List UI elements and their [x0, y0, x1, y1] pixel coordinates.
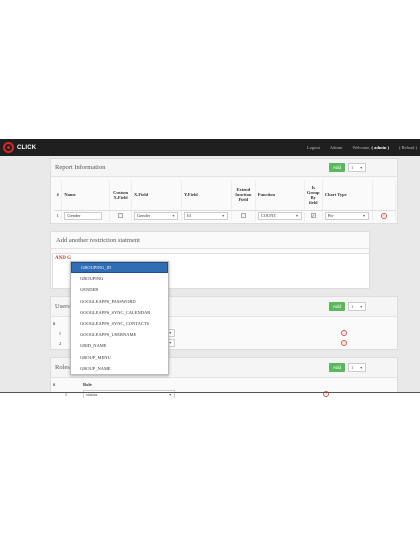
users-add-button[interactable]: Add	[329, 302, 345, 311]
chevron-down-icon: ▼	[171, 213, 176, 218]
chevron-down-icon: ▼	[362, 213, 366, 218]
restriction-text: AND G	[55, 256, 71, 261]
chevron-down-icon: ▼	[295, 213, 299, 218]
logo-text: CLICK	[17, 144, 37, 151]
col-extend-function: Extend function Field	[231, 180, 256, 211]
is-group-by-checkbox[interactable]: ✓	[310, 213, 316, 219]
report-count-select[interactable]: 1 ▼	[348, 163, 366, 172]
col-custom-xfield: Custom X.Field	[109, 180, 133, 211]
chevron-down-icon: ▼	[168, 331, 172, 335]
roles-table: # Role 1 visitor ▼ ×	[51, 379, 397, 399]
dropdown-item[interactable]: GOOGLEAPPS_PASSWORD	[71, 296, 168, 307]
extend-function-checkbox[interactable]	[240, 212, 246, 218]
users-count-select[interactable]: 1 ▼	[348, 302, 366, 311]
extend-function-cell	[231, 210, 256, 221]
dropdown-item[interactable]: GROUP_NAME	[71, 363, 168, 374]
row-index: 1	[54, 210, 63, 221]
roles-header-row: # Role	[51, 379, 397, 389]
function-cell: COUNT ▼	[255, 210, 305, 221]
report-add-button[interactable]: Add	[329, 163, 345, 172]
chevron-down-icon: ▼	[359, 304, 363, 309]
col-xfield: X.Field	[131, 180, 182, 211]
report-count-value: 1	[351, 165, 354, 170]
roles-col-index: #	[53, 381, 56, 387]
delete-icon[interactable]: ×	[380, 212, 387, 219]
col-actions	[372, 180, 397, 211]
admin-link[interactable]: Admin	[330, 145, 343, 150]
roles-row-index: 1	[64, 391, 68, 397]
report-panel: Report Information Add 1 ▼ # Name Custom …	[50, 158, 398, 224]
roles-count-select[interactable]: 1 ▼	[348, 363, 366, 372]
reload-link[interactable]: ( Reload )	[399, 145, 417, 150]
welcome-text: Welcome, ( admin )	[352, 145, 389, 150]
users-count-value: 1	[351, 304, 354, 309]
app-screen: CLICK Logout Admin Welcome, ( admin ) ( …	[0, 0, 420, 534]
logout-link[interactable]: Logout	[307, 145, 320, 150]
users-col-index: #	[53, 320, 56, 326]
custom-xfield-cell	[109, 210, 133, 221]
name-cell: Gender	[61, 210, 111, 221]
col-chart-type: Chart Type	[322, 180, 373, 211]
report-panel-header: Report Information Add 1 ▼	[51, 159, 397, 177]
nav-links: Logout Admin Welcome, ( admin ) ( Reload…	[307, 139, 417, 156]
chart-type-cell: Pie ▼	[322, 210, 373, 221]
col-is-group-by: Is Group By field	[304, 180, 323, 211]
roles-count-value: 1	[351, 365, 354, 370]
table-row: 1 visitor ▼ ×	[51, 389, 397, 399]
autocomplete-dropdown: GROUPING_ID GROUPING GENDER GOOGLEAPPS_P…	[70, 261, 169, 375]
chart-type-value: Pie	[327, 213, 334, 219]
report-table-header-row: # Name Custom X.Field X.Field Y.Field Ex…	[54, 180, 397, 211]
custom-xfield-checkbox[interactable]	[118, 212, 124, 218]
dropdown-item[interactable]: GOOGLEAPPS_SYNC_CALENDAR	[71, 307, 168, 318]
logo-icon	[3, 142, 14, 153]
welcome-user: ( admin )	[371, 145, 389, 150]
chart-type-select[interactable]: Pie ▼	[324, 211, 369, 220]
yfield-select[interactable]: Id ▼	[183, 211, 228, 220]
welcome-prefix: Welcome,	[352, 145, 371, 150]
users-select[interactable]: ▼	[169, 339, 175, 347]
chevron-down-icon: ▼	[168, 341, 172, 345]
xfield-select[interactable]: Gender ▼	[134, 211, 179, 220]
col-function: Function	[255, 180, 305, 211]
dropdown-item[interactable]: GENDER	[71, 284, 168, 295]
delete-icon[interactable]: ×	[341, 340, 347, 346]
col-yfield: Y.Field	[181, 180, 232, 211]
xfield-value: Gender	[137, 213, 151, 219]
function-value: COUNT	[260, 213, 277, 219]
yfield-value: Id	[186, 213, 191, 219]
col-name: Name	[61, 180, 111, 211]
top-blank-area	[0, 0, 420, 139]
report-table-row: 1 Gender Gender ▼ Id ▼ COUNT ▼ ✓ Pie ▼ ×	[54, 210, 397, 221]
col-index: #	[54, 180, 63, 211]
delete-cell: ×	[372, 210, 397, 221]
users-select[interactable]: ▼	[169, 329, 175, 337]
dropdown-item[interactable]: GOOGLEAPPS_SYNC_CONTACTS	[71, 318, 168, 329]
report-title: Report Information	[55, 164, 106, 171]
roles-add-button[interactable]: Add	[329, 363, 345, 372]
chevron-down-icon: ▼	[168, 392, 172, 397]
users-row-index: 2	[58, 340, 62, 346]
dropdown-item[interactable]: GROUP_MENU	[71, 352, 168, 363]
dropdown-item[interactable]: GROUPING	[71, 273, 168, 284]
function-select[interactable]: COUNT ▼	[257, 211, 302, 220]
users-row-index: 1	[58, 330, 62, 336]
roles-col-role: Role	[83, 381, 92, 387]
report-table: # Name Custom X.Field X.Field Y.Field Ex…	[54, 180, 397, 221]
dropdown-item[interactable]: GROUPING_ID	[71, 262, 168, 274]
restriction-title: Add another restriction statment	[51, 232, 369, 249]
chevron-down-icon: ▼	[221, 213, 225, 218]
is-group-by-cell: ✓	[304, 210, 323, 221]
navbar: CLICK Logout Admin Welcome, ( admin ) ( …	[0, 139, 420, 156]
yfield-cell: Id ▼	[181, 210, 232, 221]
chevron-down-icon: ▼	[359, 165, 363, 170]
logo[interactable]: CLICK	[3, 142, 36, 153]
bottom-divider	[0, 392, 420, 393]
chevron-down-icon: ▼	[359, 365, 363, 370]
dropdown-item[interactable]: GRID_NAME	[71, 340, 168, 351]
xfield-cell: Gender ▼	[131, 210, 182, 221]
dropdown-item[interactable]: GOOGLEAPPS_USERNAME	[71, 329, 168, 340]
name-input[interactable]: Gender	[64, 211, 103, 220]
roles-row-cell: visitor ▼ ×	[81, 389, 397, 399]
delete-icon[interactable]: ×	[341, 330, 347, 336]
